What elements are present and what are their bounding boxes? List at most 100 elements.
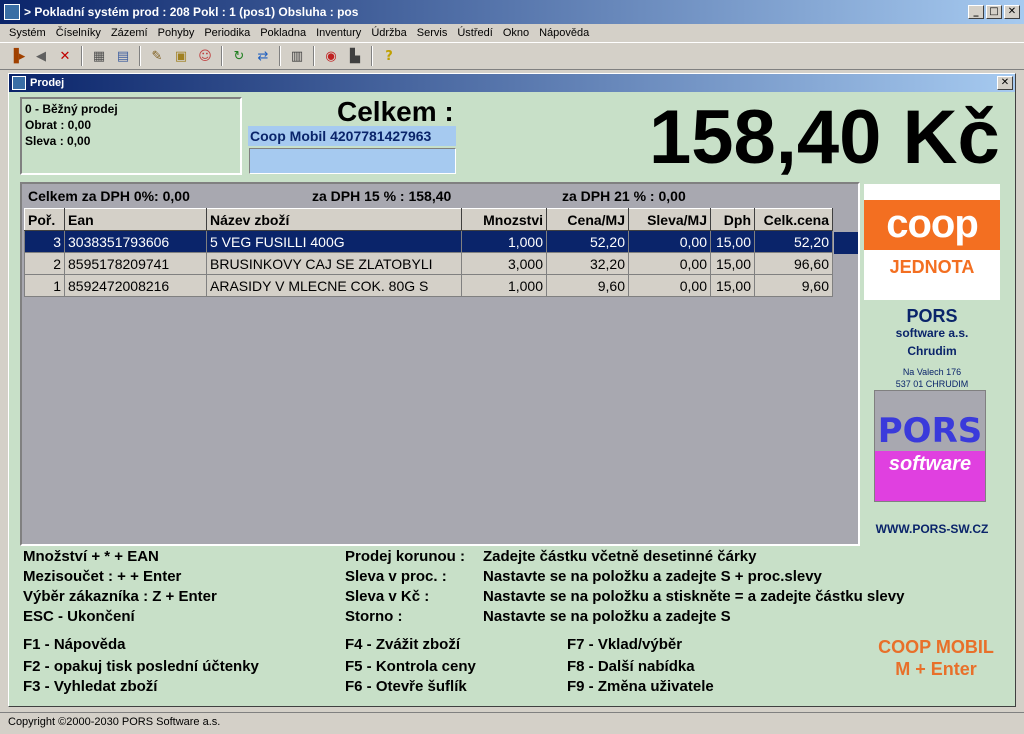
sale-window-titlebar: Prodej ✕ [9,74,1015,92]
vendor-address-line2: 537 01 CHRUDIM [895,379,969,389]
delete-icon[interactable]: ✕ [54,45,76,67]
sale-type: 0 - Běžný prodej [25,102,118,116]
column-header-order[interactable]: Poř. [24,208,65,231]
cell-discount: 0,00 [628,252,711,275]
coop-mobil-customer: Coop Mobil 4207781427963 [248,126,456,146]
pors-software-logo: PORS software [874,390,986,502]
help-label-percent-discount: Sleva v proc. : [345,568,447,585]
app-icon [4,4,20,20]
column-header-unit-price[interactable]: Cena/MJ [546,208,629,231]
cell-ean: 8592472008216 [64,274,207,297]
window-icon [12,76,26,90]
help-text-storno: Nastavte se na položku a zadejte S [483,608,731,625]
menu-okno[interactable]: Okno [498,27,534,39]
column-header-name[interactable]: Název zboží [206,208,462,231]
maximize-button[interactable]: □ [986,5,1002,19]
discount: Sleva : 0,00 [25,134,91,148]
menu-system[interactable]: Systém [4,27,51,39]
cell-name: ARASIDY V MLECNE COK. 80G S [206,274,462,297]
sale-window-title: Prodej [30,77,65,89]
vendor-address-line1: Na Valech 176 [902,367,962,377]
close-button[interactable]: ✕ [1004,5,1020,19]
cell-total: 9,60 [754,274,833,297]
minimize-button[interactable]: _ [968,5,984,19]
toolbar: ▐▸ ◀ ✕ ▦ ▤ ✎ ▣ ☺ ↻ ⇄ ▥ ◉ ▙ ? [0,42,1024,70]
column-header-vat[interactable]: Dph [710,208,755,231]
help-f7: F7 - Vklad/výběr [567,636,683,653]
menu-ciselniky[interactable]: Číselníky [51,27,106,39]
cell-vat: 15,00 [710,274,755,297]
cell-ean: 3038351793606 [64,230,207,253]
grand-total: 158,40 Kč [649,95,1000,180]
menu-servis[interactable]: Servis [412,27,453,39]
scan-input[interactable] [249,148,456,174]
jednota-logo-text: JEDNOTA [864,250,1000,284]
close-sale-window-button[interactable]: ✕ [997,76,1013,90]
copyright-text: Copyright ©2000-2030 PORS Software a.s. [8,716,221,728]
help-icon[interactable]: ? [378,45,400,67]
menu-napoveda[interactable]: Nápověda [534,27,594,39]
title-bar: > Pokladní systém prod : 208 Pokl : 1 (p… [0,0,1024,24]
selection-row-extension [834,232,858,254]
door-exit-icon[interactable]: ▐▸ [6,45,28,67]
column-header-discount[interactable]: Sleva/MJ [628,208,711,231]
package-icon[interactable]: ▣ [170,45,192,67]
vat-15-summary: za DPH 15 % : 158,40 [312,188,452,204]
calculator-icon[interactable]: ▦ [88,45,110,67]
users-icon[interactable]: ☺ [194,45,216,67]
cell-quantity: 3,000 [461,252,547,275]
calendar-icon[interactable]: ▥ [286,45,308,67]
help-f3: F3 - Vyhledat zboží [23,678,158,695]
table-row[interactable]: 1 8592472008216 ARASIDY V MLECNE COK. 80… [24,274,833,297]
table-header-row: Poř. Ean Název zboží Mnozstvi Cena/MJ Sl… [24,208,833,231]
chart-icon[interactable]: ▙ [344,45,366,67]
help-escape: ESC - Ukončení [23,608,135,625]
help-label-storno: Storno : [345,608,403,625]
turnover: Obrat : 0,00 [25,118,92,132]
help-quantity: Množství + * + EAN [23,548,159,565]
cell-unit-price: 52,20 [546,230,629,253]
pors-logo-text: PORS [877,411,983,451]
menu-bar: Systém Číselníky Zázemí Pohyby Periodika… [0,24,1024,42]
cell-ean: 8595178209741 [64,252,207,275]
help-label-crown-sale: Prodej korunou : [345,548,465,565]
coop-mobil-hint-title: COOP MOBIL [878,637,994,657]
tools-icon[interactable]: ✎ [146,45,168,67]
menu-udrzba[interactable]: Údržba [366,27,411,39]
help-text-percent-discount: Nastavte se na položku a zadejte S + pro… [483,568,822,585]
info-icon[interactable]: ◉ [320,45,342,67]
coop-jednota-logo: coop JEDNOTA [864,184,1000,300]
total-label: Celkem : [337,96,454,127]
column-header-total[interactable]: Celk.cena [754,208,833,231]
menu-inventury[interactable]: Inventury [311,27,366,39]
items-table: Poř. Ean Název zboží Mnozstvi Cena/MJ Sl… [24,208,833,297]
vendor-subtitle: software a.s. [895,326,969,340]
table-row[interactable]: 2 8595178209741 BRUSINKOVY CAJ SE ZLATOB… [24,252,833,275]
refresh-icon[interactable]: ↻ [228,45,250,67]
cell-unit-price: 9,60 [546,274,629,297]
cell-total: 96,60 [754,252,833,275]
vat-0-summary: Celkem za DPH 0%: 0,00 [28,188,190,204]
cell-discount: 0,00 [628,274,711,297]
cell-total: 52,20 [754,230,833,253]
column-header-quantity[interactable]: Mnozstvi [461,208,547,231]
document-icon[interactable]: ▤ [112,45,134,67]
cell-order: 1 [24,274,65,297]
vendor-address: Na Valech 176 537 01 CHRUDIM [864,366,1000,390]
items-grid: Celkem za DPH 0%: 0,00 za DPH 15 % : 158… [20,182,860,546]
arrow-left-icon[interactable]: ◀ [30,45,52,67]
column-header-ean[interactable]: Ean [64,208,207,231]
cell-unit-price: 32,20 [546,252,629,275]
menu-ustredi[interactable]: Ústředí [452,27,497,39]
help-f6: F6 - Otevře šuflík [345,678,467,695]
menu-pokladna[interactable]: Pokladna [255,27,311,39]
user-switch-icon[interactable]: ⇄ [252,45,274,67]
table-row[interactable]: 3 3038351793606 5 VEG FUSILLI 400G 1,000… [24,230,833,253]
vendor-name: PORS [906,306,958,326]
cell-quantity: 1,000 [461,230,547,253]
menu-periodika[interactable]: Periodika [199,27,255,39]
coop-logo-text: coop [864,200,1000,250]
help-f4: F4 - Zvážit zboží [345,636,461,653]
menu-zazemi[interactable]: Zázemí [106,27,153,39]
menu-pohyby[interactable]: Pohyby [153,27,200,39]
